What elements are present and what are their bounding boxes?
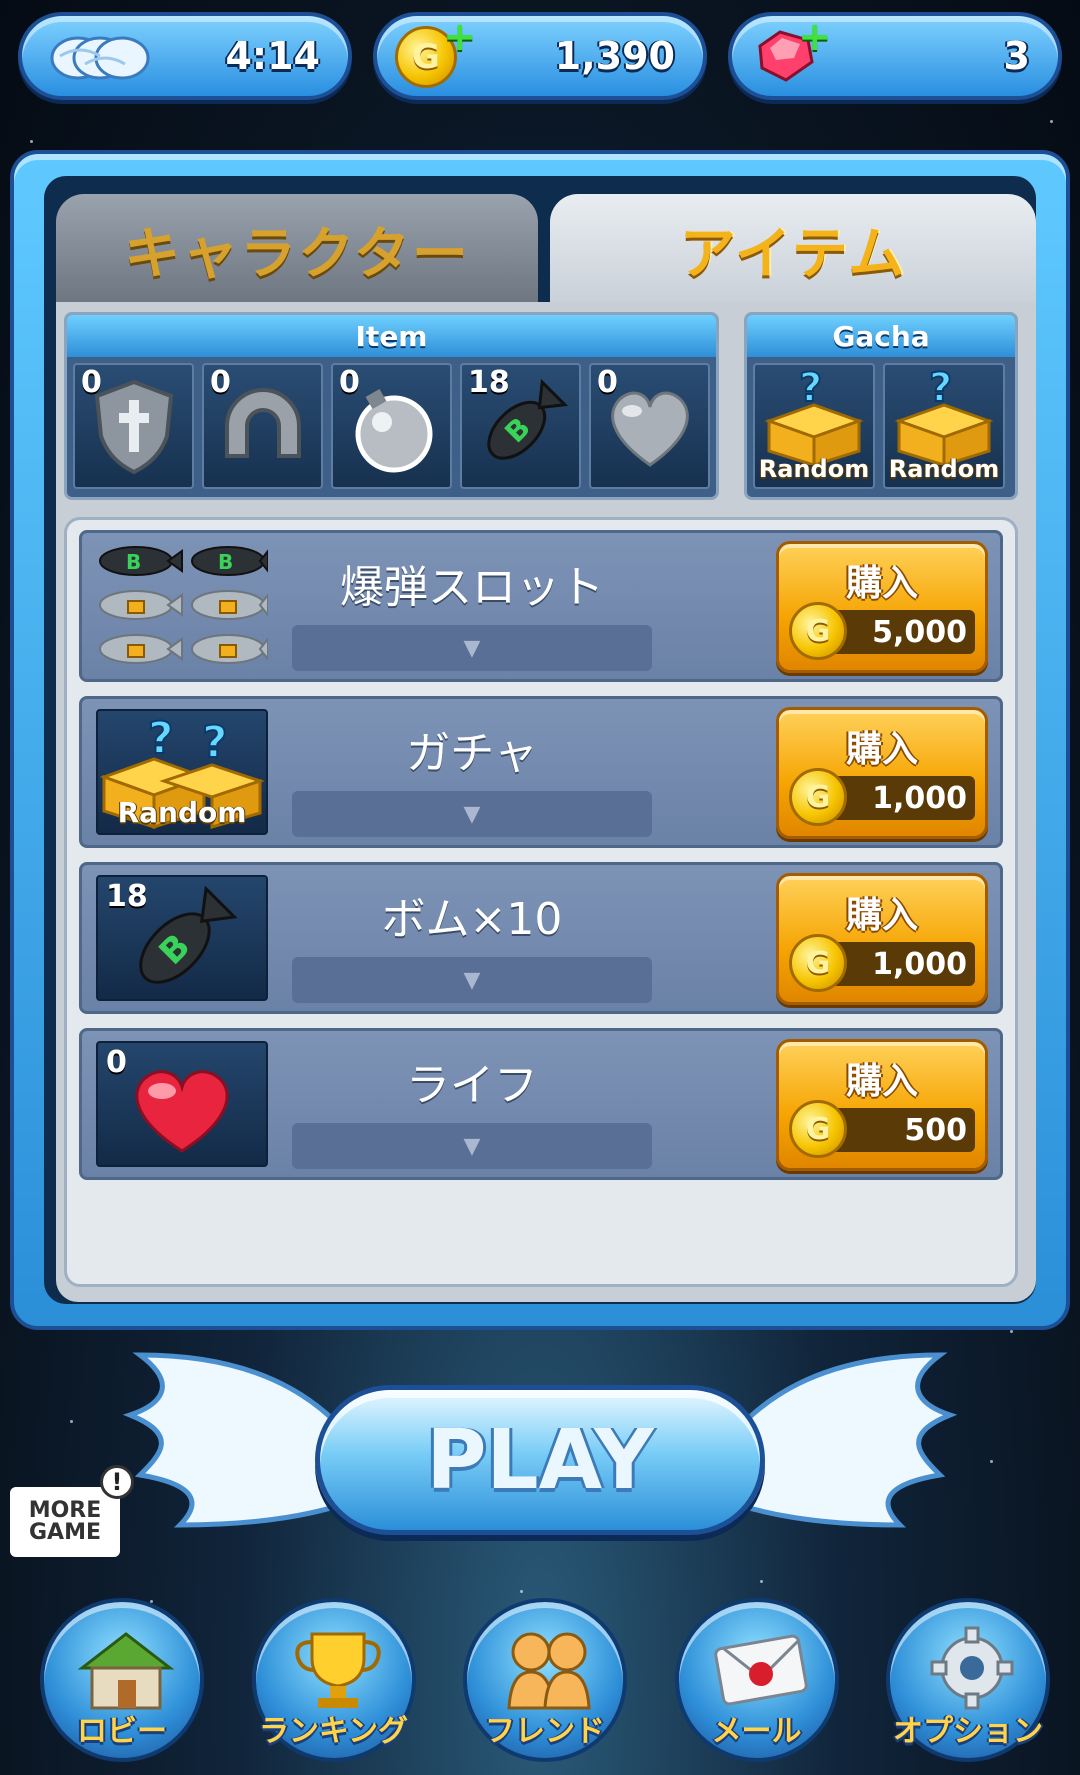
shop-item-title: ガチャ [406,728,538,779]
expand-toggle[interactable]: ▼ [292,625,652,671]
expand-toggle[interactable]: ▼ [292,791,652,837]
buy-label: 購入 [845,563,918,604]
item-count: 0 [81,365,102,400]
shop-row-bomb-x10: 18 B ボム×10 ▼ 購入 1,000 G [79,862,1003,1014]
gear-icon [930,1626,1014,1710]
item-count: 18 [468,365,510,400]
play-area: PLAY [120,1345,960,1575]
life-thumb: 0 [96,1041,268,1167]
mail-icon [713,1634,808,1706]
nav-label: ランキング [258,1714,409,1749]
coin-icon: G [789,602,847,660]
item-count: 0 [339,365,360,400]
resource-bar: 4:14 G + 1,390 + 3 [18,12,1062,100]
item-header: Item [67,315,716,357]
item-count: 0 [597,365,618,400]
svg-text:?: ? [799,365,822,411]
add-gems-icon[interactable]: + [798,17,832,57]
nav-label: ロビー [77,1714,167,1749]
shop-item-title: ボム×10 [381,894,563,945]
bomb-slots-icon: B B [96,543,269,669]
gacha-header: Gacha [747,315,1015,357]
shop-panel: キャラクター アイテム Item 0 0 0 18 B 0 Gacha ? Ra… [10,150,1070,1330]
play-button[interactable]: PLAY [315,1385,765,1535]
shop-row-gacha: ? ? Random ガチャ ▼ 購入 1,000 G [79,696,1003,848]
shop-item-title: 爆弾スロット [340,562,604,613]
house-icon [77,1632,175,1710]
shop-row-life: 0 ライフ ▼ 購入 500 G [79,1028,1003,1180]
bottom-nav: ロビー ランキング フレンド メール オプション [40,1598,1050,1762]
tab-content: Item 0 0 0 18 B 0 Gacha ? Random ? Rando… [56,302,1036,1302]
more-game-button[interactable]: MORE GAME [10,1487,120,1557]
gacha-inventory: Gacha ? Random ? Random [744,312,1018,500]
svg-text:B: B [126,550,141,574]
coin-count: 1,390 [554,34,675,78]
add-coins-icon[interactable]: + [443,17,477,57]
buy-label: 購入 [845,1061,918,1102]
more-game-line2: GAME [28,1520,101,1545]
shop-list[interactable]: B B 爆弾スロット ▼ 購入 5,000 G ? ? Random ガチャ ▼… [64,517,1018,1287]
item-count: 0 [106,1045,127,1080]
notification-badge: ! [100,1465,134,1499]
friends-icon [507,1632,591,1710]
buy-button[interactable]: 購入 1,000 G [776,707,988,839]
stamina-timer: 4:14 [225,34,320,78]
coin-icon: G [789,768,847,826]
gacha-box-icon: ? [764,364,864,468]
svg-text:?: ? [148,713,174,764]
nav-label: メール [711,1714,802,1749]
item-count: 0 [210,365,231,400]
item-slot-heart[interactable]: 0 [589,363,710,489]
gacha-label: Random [888,455,1000,483]
gacha-label: Random [758,455,870,483]
expand-toggle[interactable]: ▼ [292,957,652,1003]
nav-friend[interactable]: フレンド [463,1598,627,1762]
item-inventory: Item 0 0 0 18 B 0 [64,312,719,500]
shield-icon [94,379,173,475]
gacha-label: Random [117,796,247,829]
gacha-thumb: ? ? Random [96,709,268,835]
coin-icon: G [789,1100,847,1158]
item-slot-shield[interactable]: 0 [73,363,194,489]
item-count: 18 [106,879,148,914]
item-slot-missile-bomb[interactable]: 18 B [460,363,581,489]
coin-icon: G [789,934,847,992]
nav-option[interactable]: オプション [886,1598,1050,1762]
buy-button[interactable]: 購入 5,000 G [776,541,988,673]
svg-text:B: B [218,550,233,574]
bomb-thumb: 18 B [96,875,268,1001]
expand-toggle[interactable]: ▼ [292,1123,652,1169]
gem-count: 3 [1003,34,1030,78]
gacha-slot[interactable]: ? Random [753,363,875,489]
nav-mail[interactable]: メール [674,1598,839,1762]
shop-row-bomb-slot: B B 爆弾スロット ▼ 購入 5,000 G [79,530,1003,682]
trophy-icon [294,1632,381,1708]
gacha-slot[interactable]: ? Random [883,363,1005,489]
buy-button[interactable]: 購入 1,000 G [776,873,988,1005]
item-slot-magnet[interactable]: 0 [202,363,323,489]
buy-label: 購入 [845,729,918,770]
nav-label: オプション [893,1714,1043,1749]
nav-ranking[interactable]: ランキング [251,1598,416,1762]
shop-item-title: ライフ [406,1060,538,1111]
nav-label: フレンド [485,1714,605,1749]
tab-item[interactable]: アイテム [550,194,1036,304]
svg-text:?: ? [202,717,228,768]
item-slot-bomb[interactable]: 0 [331,363,452,489]
shop-panel-inner: キャラクター アイテム Item 0 0 0 18 B 0 Gacha ? Ra… [44,176,1036,1304]
buy-button[interactable]: 購入 500 G [776,1039,988,1171]
tab-character[interactable]: キャラクター [56,194,538,304]
stamina-pill[interactable]: 4:14 [18,12,352,100]
gacha-box-icon: ? [894,364,994,468]
more-game-line1: MORE [28,1498,102,1523]
svg-text:?: ? [929,365,952,411]
gem-pill[interactable]: + 3 [728,12,1062,100]
buy-label: 購入 [845,895,918,936]
wings-icon [50,36,150,80]
coin-pill[interactable]: G + 1,390 [373,12,707,100]
nav-lobby[interactable]: ロビー [40,1598,204,1762]
